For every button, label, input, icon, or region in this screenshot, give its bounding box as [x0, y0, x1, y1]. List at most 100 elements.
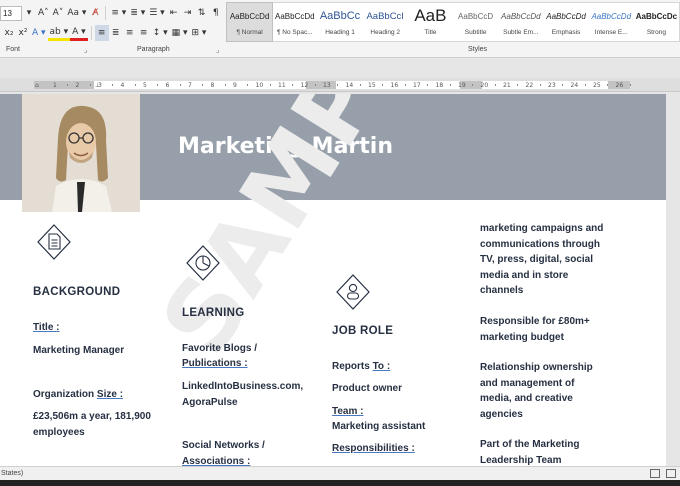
ruler-tick [134, 84, 136, 86]
title-value: Marketing Manager [33, 345, 125, 356]
ruler-number: 5 [143, 82, 147, 89]
clear-formatting-button[interactable]: A̸ [88, 5, 102, 21]
styles-gallery: AaBbCcDd ¶ Normal AaBbCcDd ¶ No Spac... … [225, 2, 680, 42]
blogs-label-2: Publications : [182, 358, 248, 369]
style-normal[interactable]: AaBbCcDd ¶ Normal [225, 2, 274, 42]
view-controls [650, 469, 676, 478]
responsibilities-label: Responsibilities : [332, 443, 415, 454]
vertical-scrollbar[interactable] [666, 94, 680, 466]
ruler-indent-marker-icon[interactable]: ⌂ [35, 82, 39, 89]
style-name: Intense E... [594, 29, 628, 36]
show-formatting-marks-button[interactable]: ¶ [209, 5, 223, 21]
text-effects-button[interactable]: A ▾ [30, 25, 48, 41]
style-preview: AaBbCcDd [591, 11, 632, 21]
ruler-tick [157, 84, 158, 86]
multilevel-list-button[interactable]: ☰ ▾ [147, 5, 166, 21]
sort-button[interactable]: ⇅ [195, 5, 209, 21]
grow-font-button[interactable]: A˄ [36, 5, 51, 21]
to-label: To : [372, 361, 391, 372]
document-icon [37, 224, 71, 260]
superscript-button[interactable]: x² [16, 25, 30, 41]
ruler-number: 16 [390, 82, 399, 89]
style-name: Subtitle [464, 29, 487, 36]
decrease-indent-button[interactable]: ⇤ [167, 5, 181, 21]
ruler-number: 10 [255, 82, 264, 89]
font-size-box[interactable]: 13 [0, 5, 22, 21]
separator [90, 26, 92, 40]
subscript-button[interactable]: x₂ [2, 25, 16, 41]
text-line: communications through [480, 238, 600, 250]
font-size-dropdown-icon[interactable]: ▾ [22, 5, 36, 21]
ruler-tick [202, 84, 203, 86]
ruler-tick [314, 84, 316, 86]
ruler-tick [404, 84, 406, 86]
ruler-tick [247, 84, 248, 86]
align-center-button[interactable]: ≣ [109, 25, 123, 41]
background-heading: BACKGROUND [33, 286, 121, 298]
document-page[interactable]: Marketing Martin SAMPLE BACKGROUND Title… [0, 94, 666, 466]
horizontal-ruler[interactable]: ⌂ ⊥ 1 2 3 4 5 6 7 8 9 10 11 12 13 14 15 16 17 18 19 20 21 22 2… [0, 78, 680, 92]
ruler-number: 2 [75, 82, 80, 89]
blogs-value-1: LinkedIntoBusiness.com, [182, 381, 304, 392]
reports-label: Reports [332, 361, 373, 372]
ruler-number: 22 [525, 82, 534, 89]
text-line: media, and creative [480, 393, 573, 404]
font-color-button[interactable]: A ▾ [70, 25, 88, 41]
style-subtle-emphasis[interactable]: AaBbCcDd Subtle Em... [498, 3, 543, 41]
highlight-button[interactable]: ab ▾ [47, 25, 71, 41]
blogs-value-2: AgoraPulse [182, 397, 238, 408]
styles-group-label: Styles [468, 46, 488, 53]
style-name: Emphasis [551, 29, 581, 36]
ruler-number: 18 [435, 82, 444, 89]
bullets-button[interactable]: ≡ ▾ [109, 5, 128, 21]
responsibility-3: Relationship ownership and management of… [480, 360, 593, 422]
text-line: Responsible for £80m+ [480, 316, 590, 327]
text-line: agencies [480, 408, 523, 420]
ruler-number: 17 [413, 82, 421, 89]
style-preview: AaBbCc [319, 10, 361, 22]
style-emphasis[interactable]: AaBbCcDd Emphasis [543, 3, 588, 41]
text-line: Leadership Team [480, 454, 562, 466]
numbering-button[interactable]: ≣ ▾ [128, 5, 147, 21]
print-layout-icon[interactable] [666, 469, 676, 478]
style-no-spacing[interactable]: AaBbCcDd ¶ No Spac... [272, 3, 317, 41]
align-left-button[interactable]: ≡ [94, 25, 109, 41]
user-icon [336, 274, 370, 310]
ruler-number: 15 [368, 82, 376, 89]
text-line: marketing campaigns and [480, 223, 604, 234]
ruler-tick [67, 84, 68, 86]
style-subtitle[interactable]: AaBbCcD Subtitle [453, 3, 498, 41]
style-intense-emphasis[interactable]: AaBbCcDd Intense E... [589, 3, 634, 41]
style-heading-1[interactable]: AaBbCc Heading 1 [317, 3, 362, 41]
status-language[interactable]: States) [1, 470, 23, 477]
borders-button[interactable]: ⊞ ▾ [190, 25, 209, 41]
ruler-tick [584, 84, 586, 86]
team-label: Team : [332, 406, 364, 417]
increase-indent-button[interactable]: ⇥ [181, 5, 195, 21]
shading-button[interactable]: ▦ ▾ [170, 25, 190, 41]
ruler-tick [89, 84, 91, 86]
ruler-number: 24 [570, 82, 579, 89]
paragraph-group-label: Paragraph [137, 46, 170, 53]
text-line: marketing budget [480, 331, 564, 343]
style-preview: AaBbCcDd [275, 11, 315, 21]
change-case-button[interactable]: Aa ▾ [65, 5, 88, 21]
shrink-font-button[interactable]: A˅ [51, 5, 66, 21]
style-title[interactable]: AaB Title [408, 3, 453, 41]
line-spacing-button[interactable]: ↕ ▾ [151, 25, 170, 41]
ruler-number: 14 [345, 82, 354, 89]
social-label-2: Associations : [182, 456, 251, 466]
align-right-button[interactable]: ≡ [123, 25, 137, 41]
style-strong[interactable]: AaBbCcDc Strong [634, 3, 679, 41]
font-dialog-launcher-icon[interactable]: ⌟ [84, 46, 87, 54]
style-preview: AaBbCcDd [546, 11, 586, 21]
ruler-tick [337, 84, 338, 86]
justify-button[interactable]: ≡ [137, 25, 151, 41]
read-mode-icon[interactable] [650, 469, 660, 478]
paragraph-dialog-launcher-icon[interactable]: ⌟ [216, 46, 219, 54]
font-row-2: x₂ x² A ▾ ab ▾ A ▾ ≡ ≣ ≡ ≡ ↕ ▾ ▦ ▾ ⊞ ▾ [2, 25, 208, 41]
status-bar: States) [0, 466, 680, 480]
style-name: Heading 1 [325, 29, 355, 36]
ribbon: 13 ▾ A˄ A˅ Aa ▾ A̸ ≡ ▾ ≣ ▾ ☰ ▾ ⇤ ⇥ ⇅ ¶ x… [0, 0, 680, 58]
style-heading-2[interactable]: AaBbCcI Heading 2 [363, 3, 408, 41]
